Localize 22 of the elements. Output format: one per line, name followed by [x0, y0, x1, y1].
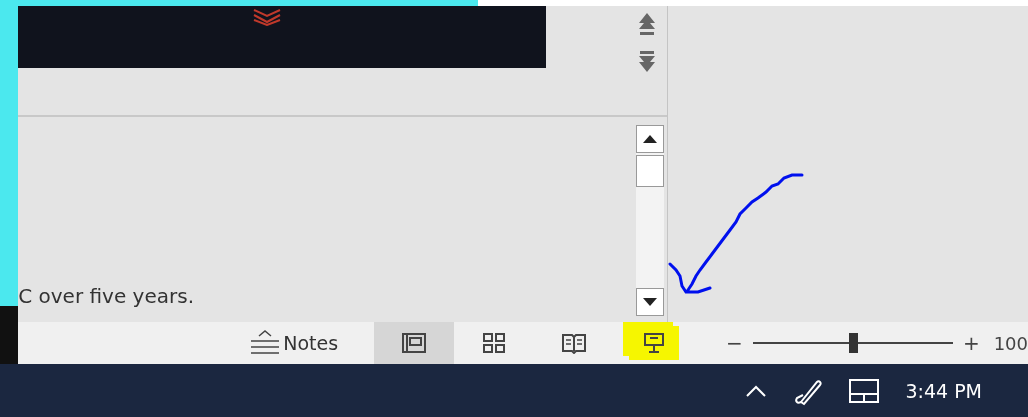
- normal-view-icon: [401, 332, 428, 354]
- scroll-down-button[interactable]: [636, 288, 665, 316]
- zoom-percent[interactable]: 100: [993, 332, 1028, 354]
- notes-button[interactable]: Notes: [243, 322, 345, 364]
- previous-slide-icon[interactable]: [637, 12, 658, 36]
- chevron-up-icon[interactable]: [745, 383, 768, 398]
- sorter-view-icon: [481, 332, 508, 354]
- touchpad-icon[interactable]: [849, 378, 880, 403]
- zoom-out-button[interactable]: −: [720, 331, 749, 355]
- notes-icon: [249, 330, 282, 356]
- zoom-slider-thumb[interactable]: [848, 333, 858, 353]
- scroll-up-button[interactable]: [636, 125, 665, 153]
- down-triangle-icon: [643, 298, 658, 306]
- notes-text: C over five years.: [18, 284, 195, 310]
- clock-time[interactable]: 3:44 PM: [905, 379, 982, 402]
- zoom-in-button[interactable]: +: [956, 331, 986, 355]
- normal-view-button[interactable]: [374, 322, 455, 364]
- scrollbar[interactable]: [636, 125, 665, 316]
- reading-view-icon: [561, 332, 588, 354]
- next-slide-icon[interactable]: [637, 50, 658, 74]
- up-triangle-icon: [643, 135, 658, 143]
- scroll-thumb[interactable]: [636, 155, 665, 187]
